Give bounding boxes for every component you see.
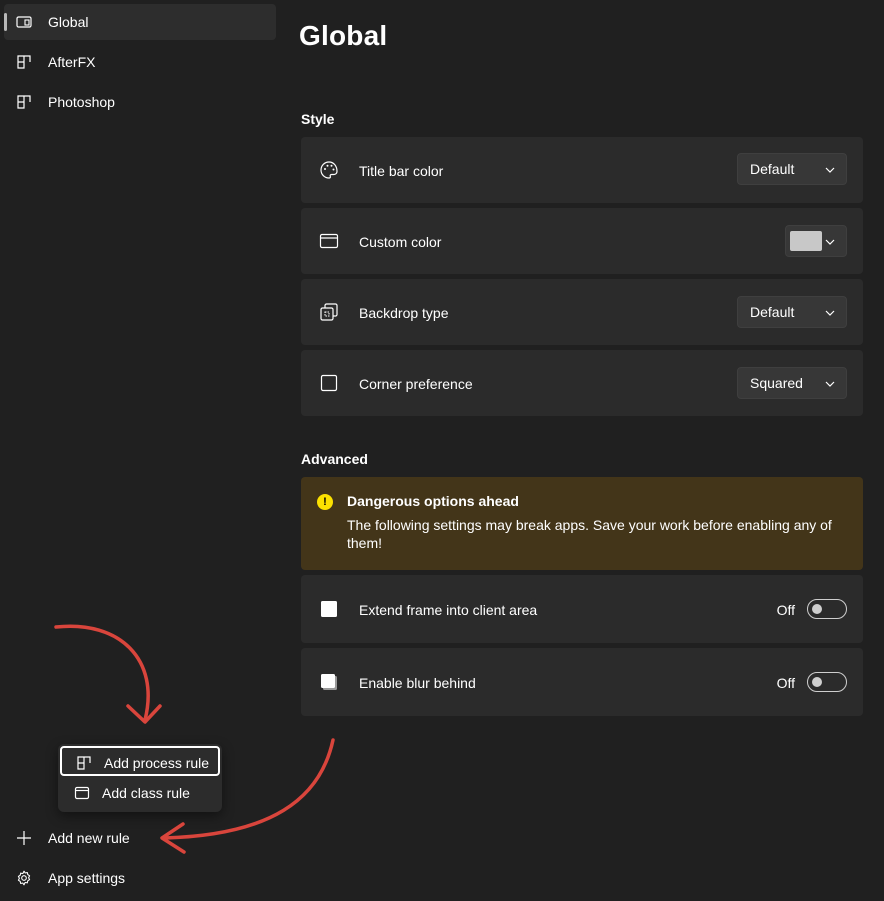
nav-item-global[interactable]: Global [4, 4, 276, 40]
process-rule-icon [17, 95, 31, 109]
setting-enable-blur: Enable blur behind Off [301, 648, 863, 716]
menu-item-label: Add class rule [102, 785, 190, 801]
chevron-down-icon [825, 310, 835, 316]
add-class-rule-item[interactable]: Add class rule [62, 780, 222, 810]
chevron-down-icon [825, 239, 835, 245]
toggle-state-label: Off [776, 675, 795, 691]
custom-color-picker[interactable] [785, 225, 847, 257]
page-title: Global [299, 20, 388, 51]
warning-message: The following settings may break apps. S… [347, 517, 832, 551]
app-settings-label: App settings [48, 870, 126, 886]
title-bar-color-dropdown[interactable]: Default [737, 153, 847, 185]
add-new-rule-button[interactable]: Add new rule [4, 820, 276, 856]
process-rule-icon [77, 756, 91, 770]
setting-backdrop-type: Backdrop type Default [301, 279, 863, 345]
nav-item-label: AfterFX [48, 54, 96, 70]
backdrop-type-dropdown[interactable]: Default [737, 296, 847, 328]
setting-corner-preference: Corner preference Squared [301, 350, 863, 416]
toggle-knob [812, 604, 822, 614]
setting-label: Custom color [359, 234, 442, 250]
nav-item-label: Global [48, 14, 89, 30]
add-rule-menu: Add process rule Add class rule [58, 744, 222, 812]
annotation-arrow-top [54, 624, 150, 722]
nav-item-photoshop[interactable]: Photoshop [4, 84, 276, 120]
process-rule-icon [17, 55, 31, 69]
setting-label: Backdrop type [359, 305, 449, 321]
backdrop-icon [320, 303, 338, 321]
dropdown-value: Default [750, 304, 795, 320]
app-settings-button[interactable]: App settings [4, 860, 276, 896]
filled-square-icon [321, 601, 337, 617]
window-frame-icon [319, 233, 339, 249]
setting-label: Corner preference [359, 376, 473, 392]
warning-icon: ! [317, 494, 333, 510]
selection-indicator [4, 13, 7, 31]
warning-infobar: ! Dangerous options ahead The following … [301, 477, 863, 570]
square-icon [320, 374, 338, 392]
setting-extend-frame: Extend frame into client area Off [301, 575, 863, 643]
section-heading-advanced: Advanced [301, 451, 368, 467]
dropdown-value: Default [750, 161, 795, 177]
toggle-knob [812, 677, 822, 687]
chevron-down-icon [825, 381, 835, 387]
window-icon [16, 16, 32, 28]
enable-blur-toggle[interactable] [807, 672, 847, 692]
section-heading-style: Style [301, 111, 335, 127]
setting-custom-color: Custom color [301, 208, 863, 274]
nav-item-afterfx[interactable]: AfterFX [4, 44, 276, 80]
dropdown-value: Squared [750, 375, 803, 391]
setting-label: Extend frame into client area [359, 602, 538, 618]
setting-title-bar-color: Title bar color Default [301, 137, 863, 203]
add-new-rule-label: Add new rule [48, 830, 130, 846]
add-process-rule-item[interactable]: Add process rule [60, 746, 220, 776]
nav-item-label: Photoshop [48, 94, 115, 110]
plus-icon [17, 831, 31, 845]
color-swatch [790, 231, 822, 251]
menu-item-label: Add process rule [104, 755, 210, 771]
setting-label: Enable blur behind [359, 675, 476, 691]
corner-preference-dropdown[interactable]: Squared [737, 367, 847, 399]
chevron-down-icon [825, 167, 835, 173]
setting-label: Title bar color [359, 163, 444, 179]
extend-frame-toggle[interactable] [807, 599, 847, 619]
palette-icon [320, 161, 338, 179]
toggle-state-label: Off [776, 602, 795, 618]
gear-icon [17, 870, 31, 886]
blur-window-icon [321, 674, 337, 690]
annotation-arrowhead-top [126, 704, 162, 724]
class-rule-icon [74, 786, 90, 800]
warning-title: Dangerous options ahead [347, 493, 519, 509]
